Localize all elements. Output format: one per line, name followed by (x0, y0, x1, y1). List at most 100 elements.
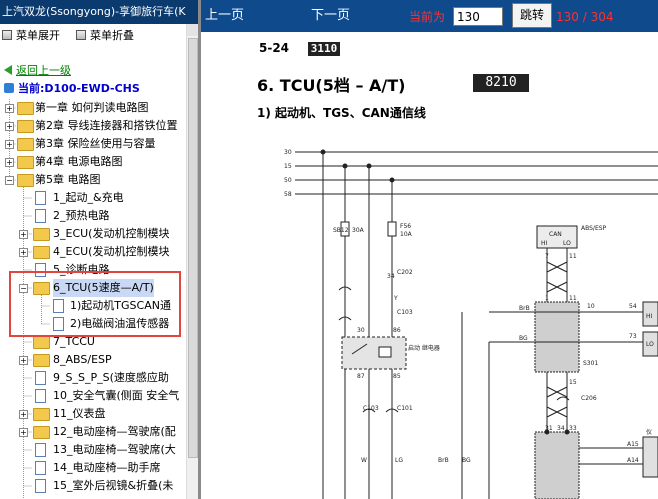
document-viewer: 5-24 3110 6. TCU(5档 – A/T) 8210 1) 起动机、T… (201, 32, 658, 499)
fuse-rating: 30A (352, 227, 365, 234)
pin-label: LO (646, 341, 654, 348)
expand-all-icon (2, 30, 12, 40)
expand-toggle-icon[interactable]: + (19, 410, 28, 419)
tree-item-label: 14_电动座椅—助手席 (53, 461, 161, 474)
current-page-label: 当前为 (409, 10, 446, 24)
window-title: 上汽双龙(Ssongyong)-享御旅行车(K (2, 5, 186, 18)
pin-label: 54 (629, 303, 637, 310)
wire-color: BrB (519, 305, 530, 312)
pin-label: 31 (545, 425, 553, 432)
pin-label: 34 (387, 273, 395, 280)
expand-toggle-icon[interactable]: + (19, 248, 28, 257)
expand-toggle-icon[interactable]: + (19, 230, 28, 239)
folder-icon (17, 156, 34, 169)
navigation-pane: 上汽双龙(Ssongyong)-享御旅行车(K 菜单展开 菜单折叠 返回上一级 … (0, 0, 198, 499)
tree-scrollbar[interactable] (186, 24, 198, 499)
doc-code-badge: 3110 (308, 42, 340, 56)
tree-item-5-8[interactable]: + 8_ABS/ESP (0, 351, 185, 369)
tree-item-5-9[interactable]: 9_S_S_P_S(速度感应助 (0, 369, 185, 387)
collapse-toggle-icon[interactable]: − (5, 176, 14, 185)
scroll-up-arrow-icon[interactable] (187, 24, 198, 36)
prev-page-button[interactable]: 上一页 (205, 0, 244, 32)
expand-toggle-icon[interactable]: + (5, 104, 14, 113)
expand-toggle-icon[interactable]: + (5, 158, 14, 167)
doc-code-badge-2: 8210 (473, 74, 529, 92)
expand-toggle-icon[interactable]: + (19, 428, 28, 437)
can-label: CAN (549, 231, 562, 238)
tree-item-5-12[interactable]: + 12_电动座椅—驾驶席(配 (0, 423, 185, 441)
tree-item-5-1[interactable]: 1_起动_&充电 (0, 189, 185, 207)
menu-collapse-button[interactable]: 菜单折叠 (76, 28, 134, 44)
tree-item-5-2[interactable]: 2_预热电路 (0, 207, 185, 225)
tree-item-label: 15_室外后视镜&折叠(未 (53, 479, 174, 492)
tree-item-5-4[interactable]: + 4_ECU(发动机控制模块 (0, 243, 185, 261)
wire-label: 58 (284, 191, 292, 198)
splice-label: S301 (583, 360, 598, 367)
document-icon (35, 389, 46, 403)
connector-label: C206 (581, 395, 597, 402)
expand-toggle-icon[interactable]: + (5, 122, 14, 131)
document-icon (35, 479, 46, 493)
tree-item-chapter-3[interactable]: + 第3章 保险丝使用与容量 (0, 135, 185, 153)
current-location: 当前:D100-EWD-CHS (4, 81, 140, 97)
folder-icon (17, 138, 34, 151)
document-icon (35, 461, 46, 475)
pin-label: 73 (629, 333, 637, 340)
page-number-input[interactable] (453, 7, 503, 26)
expand-toggle-icon[interactable]: + (19, 356, 28, 365)
wire-color: BG (519, 335, 528, 342)
tree-item-label: 第4章 电源电路图 (35, 155, 123, 168)
menu-expand-button[interactable]: 菜单展开 (2, 28, 60, 44)
pin-label: 仪 (646, 429, 652, 436)
document-icon (35, 443, 46, 457)
doc-page-ref: 5-24 (259, 41, 290, 55)
abs-esp-label: ABS/ESP (581, 225, 607, 232)
tree-item-chapter-1[interactable]: + 第一章 如何判读电路图 (0, 99, 185, 117)
pin-label: 1 (545, 295, 549, 302)
tree-item-chapter-2[interactable]: + 第2章 导线连接器和搭铁位置 (0, 117, 185, 135)
relay-pin: 86 (393, 327, 401, 334)
page-count: 130 / 304 (556, 10, 614, 24)
pin-label: 11 (569, 253, 577, 260)
folder-icon (33, 354, 50, 367)
tree-item-chapter-5[interactable]: − 第5章 电路图 (0, 171, 185, 189)
document-icon (35, 209, 46, 223)
tree-item-label: 11_仪表盘 (53, 407, 106, 420)
jump-button[interactable]: 跳转 (512, 3, 552, 28)
tree-item-label: 9_S_S_P_S(速度感应助 (53, 371, 169, 384)
tree-item-chapter-4[interactable]: + 第4章 电源电路图 (0, 153, 185, 171)
expand-toggle-icon[interactable]: + (5, 140, 14, 149)
tree-item-5-11[interactable]: + 11_仪表盘 (0, 405, 185, 423)
pin-label: 33 (569, 425, 577, 432)
connector-label: C103 (397, 309, 413, 316)
next-page-button[interactable]: 下一页 (311, 0, 350, 32)
menu-toolbar: 菜单展开 菜单折叠 (0, 28, 198, 46)
doc-subtitle: 1) 起动机、TGS、CAN通信线 (257, 106, 426, 120)
folder-icon (33, 426, 50, 439)
tree-item-5-14[interactable]: 14_电动座椅—助手席 (0, 459, 185, 477)
can-lo-label: LO (563, 240, 571, 247)
folder-icon (33, 228, 50, 241)
pin-label: 11 (569, 295, 577, 302)
document-icon (35, 371, 46, 385)
open-folder-icon (17, 174, 34, 187)
scroll-thumb[interactable] (188, 38, 198, 458)
tree-item-5-15[interactable]: 15_室外后视镜&折叠(未 (0, 477, 185, 495)
pin-label: A15 (627, 441, 639, 448)
wire-label: 30 (284, 149, 292, 156)
tree-item-label: 10_安全气囊(侧面 安全气 (53, 389, 180, 402)
connector-label: C202 (397, 269, 413, 276)
annotation-highlight-box (9, 271, 181, 337)
relay-pin: 30 (357, 327, 365, 334)
tree-item-label: 12_电动座椅—驾驶席(配 (53, 425, 176, 438)
tree-item-label: 8_ABS/ESP (53, 353, 112, 366)
tree-item-5-13[interactable]: 13_电动座椅—驾驶席(大 (0, 441, 185, 459)
document-icon (35, 191, 46, 205)
tree-item-5-3[interactable]: + 3_ECU(发动机控制模块 (0, 225, 185, 243)
tree-item-label: 第3章 保险丝使用与容量 (35, 137, 156, 150)
tree-item-5-10[interactable]: 10_安全气囊(侧面 安全气 (0, 387, 185, 405)
wire-color: BG (462, 457, 471, 464)
pin-label: 7 (545, 253, 549, 260)
back-up-level-link[interactable]: 返回上一级 (4, 63, 71, 79)
page-toolbar: 上一页 下一页 当前为 跳转 130 / 304 (201, 0, 658, 32)
